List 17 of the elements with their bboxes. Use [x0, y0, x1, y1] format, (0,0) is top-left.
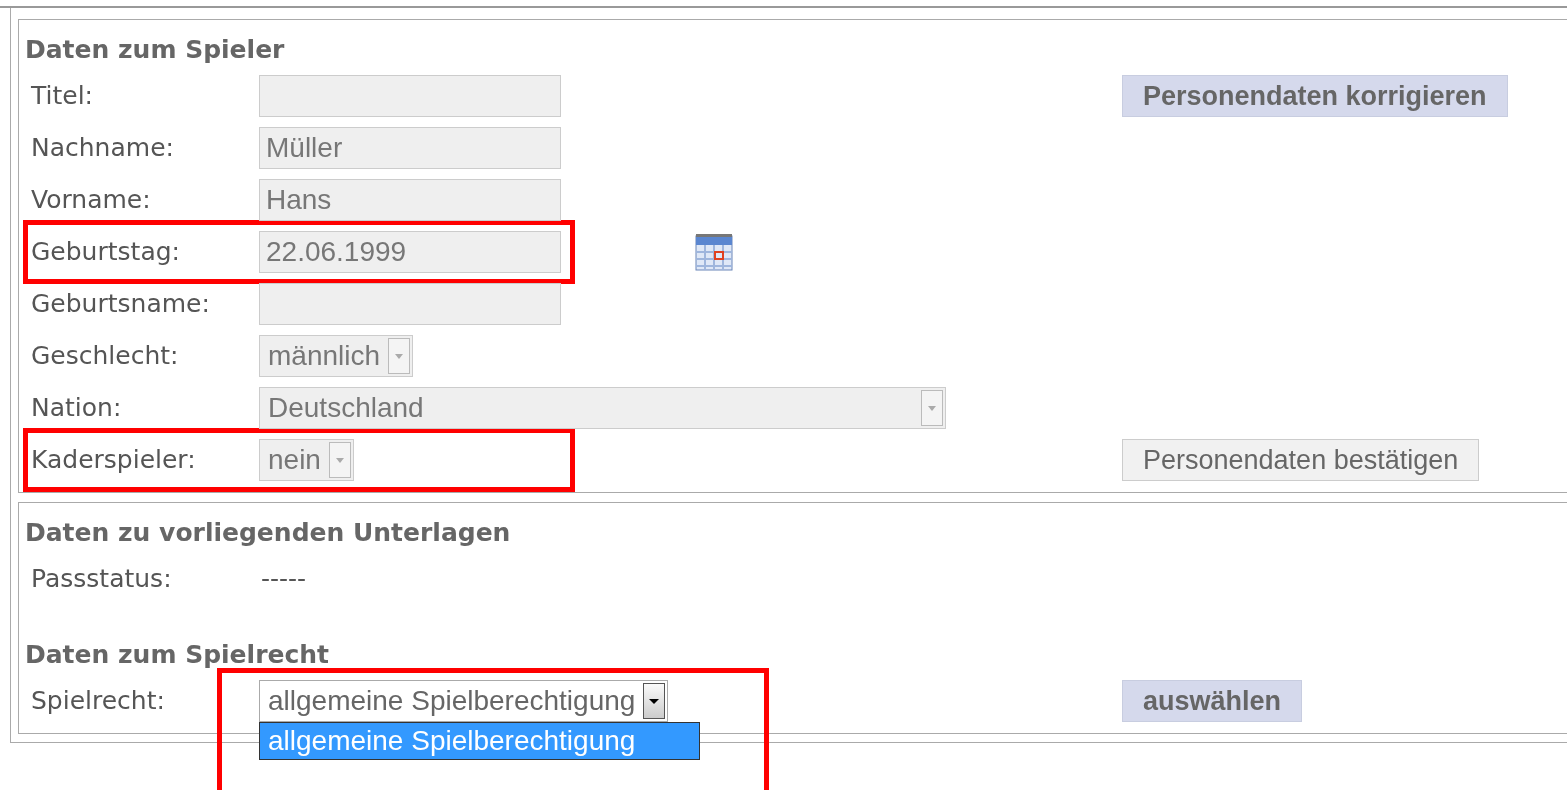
action-button[interactable]: auswählen: [1122, 680, 1303, 722]
field-value: -----: [260, 563, 307, 596]
section-title: Daten zu vorliegenden Unterlagen: [25, 517, 512, 549]
field-label: Titel:: [30, 80, 94, 113]
field-label: Passstatus:: [30, 563, 173, 596]
field-label: Geburtstag:: [30, 236, 181, 269]
field-label: Geschlecht:: [30, 340, 180, 373]
field-label: Spielrecht:: [30, 685, 166, 718]
section-title: Daten zum Spielrecht: [25, 639, 330, 671]
field-label: Geburtsname:: [30, 288, 211, 321]
field-label: Vorname:: [30, 184, 152, 217]
field-label: Nachname:: [30, 132, 175, 165]
field-label: Nation:: [30, 392, 123, 425]
field-label: Kaderspieler:: [30, 444, 197, 477]
dropdown-option[interactable]: allgemeine Spielberechtigung: [259, 722, 700, 760]
section-title: Daten zum Spieler: [25, 34, 286, 66]
dropdown[interactable]: allgemeine Spielberechtigung: [259, 680, 669, 722]
